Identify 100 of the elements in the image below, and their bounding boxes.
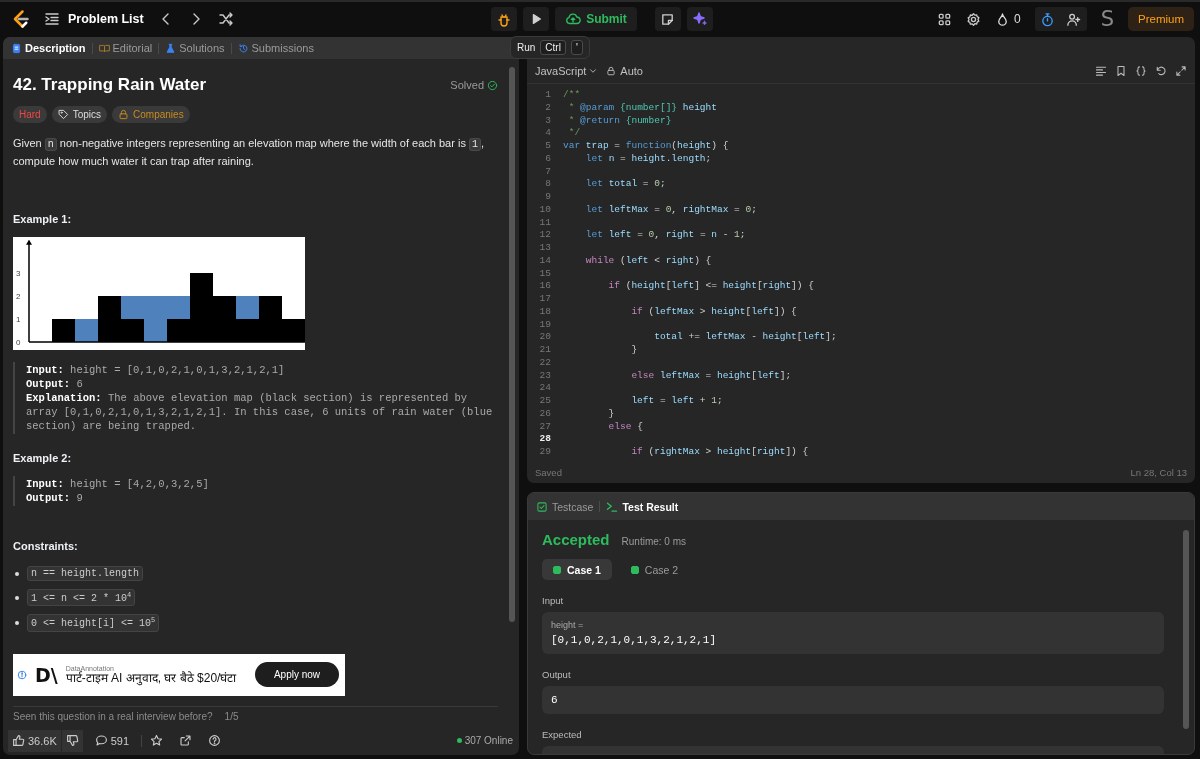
line-number: 10	[538, 203, 551, 217]
code-line: if (height[left] <= height[right]) {	[607, 280, 814, 293]
code-line: /**	[562, 89, 581, 102]
settings-icon[interactable]	[965, 11, 981, 27]
code-line: left = left + 1;	[630, 395, 723, 408]
notes-button[interactable]	[654, 7, 681, 31]
bug-icon	[496, 11, 513, 27]
problem-list-button[interactable]: Problem List	[44, 11, 144, 27]
dislike-button[interactable]	[61, 729, 83, 752]
constraint: 1 <= n <= 2 * 10$^{4}$	[27, 589, 136, 607]
code-line: while (left < right) {	[584, 254, 712, 268]
format-icon[interactable]	[1095, 65, 1107, 77]
tick-label: 3	[16, 269, 21, 278]
flask-icon	[165, 42, 177, 54]
tick-label: 2	[16, 292, 21, 301]
example-block: Input: height = [4,2,0,3,2,5] Output: 9	[13, 476, 498, 506]
example-heading: Example 1:	[13, 213, 73, 225]
submit-button[interactable]: Submit	[555, 7, 637, 31]
premium-button[interactable]: Premium	[1128, 7, 1194, 31]
field-label: Input	[542, 595, 565, 606]
scrollbar-thumb[interactable]	[509, 67, 515, 623]
code-line: }	[607, 407, 615, 421]
reset-icon[interactable]	[1155, 65, 1167, 77]
panel-tab[interactable]: Test Result	[606, 500, 679, 513]
solved-status: Solved	[450, 79, 498, 91]
code-line: let total = 0;	[584, 178, 666, 191]
input-value: height = [0,1,0,2,1,0,1,3,2,1,2,1]	[542, 612, 1164, 654]
help-icon[interactable]	[208, 734, 222, 747]
document-icon	[11, 42, 22, 54]
star-icon[interactable]	[150, 734, 164, 747]
apply-button[interactable]: Apply now	[255, 662, 339, 688]
field-label: Expected	[542, 729, 583, 740]
code-line: * @return {number}	[567, 114, 672, 128]
avatar[interactable]: S	[1100, 7, 1114, 31]
line-number: 28	[538, 433, 551, 446]
companies-tag[interactable]: Companies	[112, 106, 190, 123]
grid-icon[interactable]	[936, 11, 952, 27]
panel-tab[interactable]: Solutions	[163, 42, 227, 54]
comment-icon	[94, 734, 108, 747]
topics-tag[interactable]: Topics	[51, 106, 108, 123]
line-number: 26	[538, 407, 551, 421]
problem-statement: Given n non-negative integers representing an elevation map where the width of each bar is 1 , compute how much water it can trap after raining.	[13, 136, 486, 169]
interview-counter: 1/5	[224, 710, 239, 722]
note-icon	[660, 11, 676, 27]
bookmark-icon[interactable]	[1115, 65, 1127, 77]
field-label: Output	[542, 669, 572, 680]
share-icon[interactable]	[179, 734, 193, 747]
list-icon	[44, 11, 60, 27]
timer-icon	[1040, 11, 1056, 27]
code-line: */	[567, 127, 581, 140]
like-button[interactable]: 36.6K	[8, 729, 61, 752]
braces-icon[interactable]	[1135, 65, 1147, 77]
constraint: 0 <= height[i] <= 10$^{5}$	[27, 614, 160, 632]
panel-tab[interactable]: Description	[9, 42, 88, 54]
line-number: 22	[538, 356, 551, 370]
bullet	[15, 595, 19, 600]
line-number: 12	[538, 229, 551, 242]
auto-mode[interactable]: Auto	[606, 65, 643, 77]
code-line: var trap = function(height) {	[562, 140, 729, 153]
history-icon	[237, 42, 249, 54]
lock-icon	[606, 66, 617, 76]
code-line: }	[630, 344, 638, 357]
bullet	[15, 621, 19, 625]
line-number: 21	[538, 344, 551, 357]
terminal-icon	[606, 500, 619, 513]
comments-button[interactable]: 591	[90, 729, 134, 752]
case-tab[interactable]: Case 1	[542, 559, 612, 580]
panel-tab[interactable]: Editorial	[96, 42, 155, 54]
bullet	[15, 571, 19, 576]
line-number: 7	[544, 165, 551, 179]
info-icon	[17, 669, 27, 680]
line-number: 19	[538, 318, 551, 332]
ad-headline: पार्ट-टाइम AI अनुवाद, घर बैठे $20/घंटा	[65, 671, 238, 685]
cursor-position: Ln 28, Col 13	[1130, 467, 1187, 478]
fullscreen-icon[interactable]	[1175, 65, 1187, 77]
runtime: Runtime: 0 ms	[621, 536, 686, 547]
line-number: 29	[538, 446, 551, 459]
tick-label: 1	[16, 315, 21, 324]
tag-icon	[57, 109, 69, 120]
code-line: else {	[607, 420, 643, 434]
debug-button[interactable]	[491, 7, 518, 31]
problem-title: 42. Trapping Rain Water	[13, 75, 207, 95]
run-button[interactable]	[523, 7, 550, 31]
line-number: 14	[538, 254, 551, 268]
panel-tab[interactable]: Submissions	[235, 42, 316, 54]
language-dropdown[interactable]: JavaScript	[535, 65, 599, 77]
constraint: n == height.length	[27, 566, 144, 581]
panel-tab[interactable]: Testcase	[536, 500, 594, 513]
shuffle-icon[interactable]	[217, 11, 234, 27]
streak-button[interactable]: 0	[994, 11, 1021, 27]
tooltip-label: Run	[517, 42, 536, 53]
case-tab[interactable]: Case 2	[619, 559, 690, 580]
scrollbar-thumb[interactable]	[1183, 530, 1189, 729]
constraints-heading: Constraints:	[13, 540, 79, 552]
line-number: 6	[544, 152, 551, 166]
line-number: 16	[538, 280, 551, 293]
ai-button[interactable]	[686, 7, 713, 31]
code-line: if (leftMax > height[left]) {	[630, 305, 797, 319]
line-number: 1	[544, 89, 551, 102]
ad-logo: D\	[35, 663, 58, 686]
